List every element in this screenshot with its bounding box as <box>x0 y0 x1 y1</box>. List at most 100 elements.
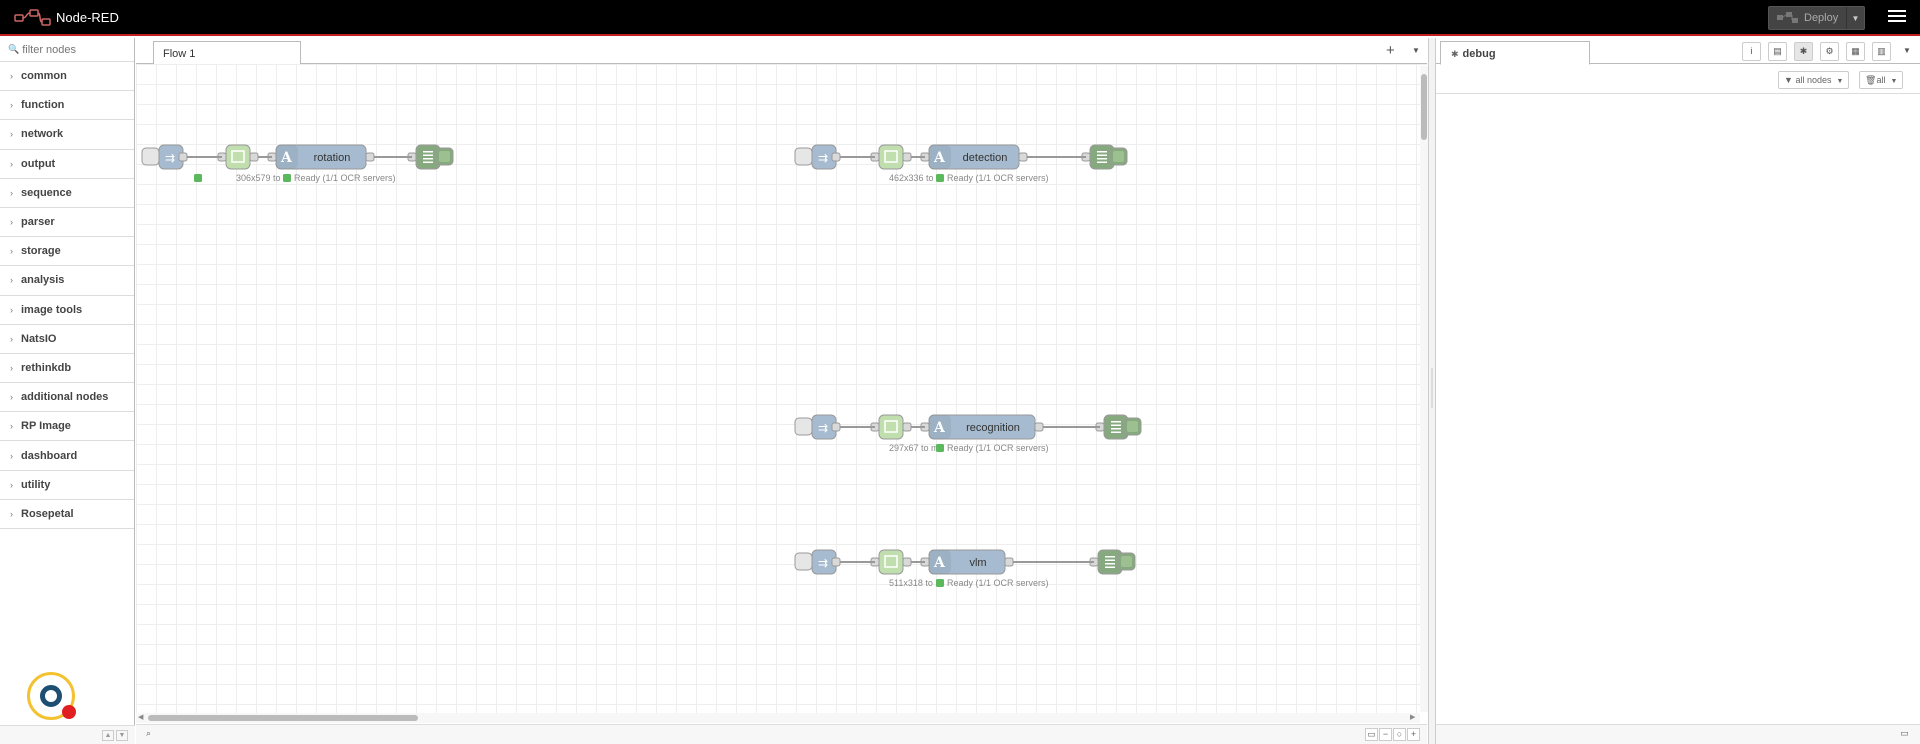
search-flows-icon[interactable]: ⌕ <box>142 728 155 741</box>
splitter-grip[interactable] <box>1431 368 1433 408</box>
palette-category-rosepetal[interactable]: › Rosepetal <box>0 500 134 529</box>
inject-button-icon[interactable] <box>794 552 813 571</box>
toggle-icon <box>439 151 450 162</box>
palette-category-parser[interactable]: › parser <box>0 208 134 238</box>
image-node[interactable] <box>217 144 259 170</box>
palette-category-output[interactable]: › output <box>0 150 134 179</box>
image-status-text: 297x67 to m <box>889 443 939 453</box>
sidebar-menu-caret-icon[interactable]: ▼ <box>1903 46 1911 55</box>
image-node[interactable] <box>870 144 912 170</box>
dashboard-chart-icon[interactable]: ▥ <box>1872 42 1891 61</box>
image-node-body[interactable] <box>878 549 904 575</box>
inject-button-icon[interactable] <box>794 147 813 166</box>
inject-node[interactable]: ⇉ <box>141 144 188 170</box>
ocr-status-text: Ready (1/1 OCR servers) <box>947 173 1049 183</box>
main-menu-button[interactable] <box>1888 10 1906 26</box>
flow-list-caret-icon[interactable]: ▼ <box>1412 46 1420 55</box>
palette-category-rp-image[interactable]: › RP Image <box>0 412 134 442</box>
ocr-status-text: Ready (1/1 OCR servers) <box>294 173 396 183</box>
node-port[interactable] <box>902 422 912 432</box>
palette-category-analysis[interactable]: › analysis <box>0 266 134 296</box>
menu-bar-icon <box>1888 15 1906 17</box>
sidebar-splitter[interactable] <box>1428 38 1436 744</box>
node-port[interactable] <box>831 422 841 432</box>
node-port[interactable] <box>831 557 841 567</box>
inject-node[interactable]: ⇉ <box>794 144 841 170</box>
list-icon <box>1097 151 1107 153</box>
image-node-body[interactable] <box>878 144 904 170</box>
node-port[interactable] <box>1034 422 1044 432</box>
ocr-node[interactable]: Adetection <box>920 144 1028 170</box>
context-data-icon[interactable]: ▦ <box>1846 42 1865 61</box>
scroll-thumb[interactable] <box>1421 74 1427 140</box>
font-a-icon: A <box>280 150 293 166</box>
collapse-all-icon[interactable]: ▲ <box>102 730 114 741</box>
palette-category-network[interactable]: › network <box>0 120 134 150</box>
inject-button-icon[interactable] <box>141 147 160 166</box>
workspace-canvas[interactable]: ⇉ Arotation 306x579 to Ready (1/1 OCR serve… <box>136 64 1427 714</box>
node-port[interactable] <box>831 152 841 162</box>
node-port[interactable] <box>902 557 912 567</box>
image-node[interactable] <box>870 414 912 440</box>
scroll-thumb[interactable] <box>148 715 418 721</box>
config-gear-icon[interactable]: ⚙ <box>1820 42 1839 61</box>
palette-category-storage[interactable]: › storage <box>0 237 134 267</box>
zoom-in-icon[interactable]: + <box>1407 728 1420 741</box>
node-port[interactable] <box>902 152 912 162</box>
add-flow-icon[interactable]: + <box>1386 42 1395 59</box>
palette-category-dashboard[interactable]: › dashboard <box>0 441 134 471</box>
info-icon[interactable]: i <box>1742 42 1761 61</box>
filter-nodes-button[interactable]: ▼ all nodes ▼ <box>1778 71 1850 89</box>
node-port[interactable] <box>365 152 375 162</box>
node-port[interactable] <box>178 152 188 162</box>
node-port[interactable] <box>1004 557 1014 567</box>
palette-category-function[interactable]: › function <box>0 91 134 121</box>
toggle-icon <box>1121 556 1132 567</box>
palette-category-common[interactable]: › common <box>0 62 134 92</box>
list-icon <box>423 154 433 156</box>
navigator-icon[interactable]: ▭ <box>1365 728 1378 741</box>
debug-node[interactable] <box>1089 549 1136 575</box>
flow-group: ⇉ Adetection 462x336 to Ready (1/1 OCR serv… <box>794 144 1128 183</box>
image-node-body[interactable] <box>225 144 251 170</box>
debug-bug-icon[interactable]: ✱ <box>1794 42 1813 61</box>
palette-category-image-tools[interactable]: › image tools <box>0 296 134 325</box>
inject-node[interactable]: ⇉ <box>794 549 841 575</box>
debug-node[interactable] <box>1081 144 1128 170</box>
canvas-vertical-scrollbar[interactable] <box>1420 66 1428 712</box>
deploy-dropdown-caret[interactable]: ▼ <box>1846 7 1864 29</box>
ocr-node[interactable]: Arotation <box>267 144 375 170</box>
scroll-right-icon[interactable]: ▶ <box>1410 713 1415 721</box>
palette-category-utility[interactable]: › utility <box>0 471 134 500</box>
tab-flow-1[interactable]: Flow 1 <box>153 41 301 65</box>
tab-debug[interactable]: ✱ debug <box>1440 41 1590 65</box>
expand-all-icon[interactable]: ▼ <box>116 730 128 741</box>
debug-node[interactable] <box>407 144 454 170</box>
open-debug-window-icon[interactable]: ▭ <box>1898 728 1911 741</box>
debug-node[interactable] <box>1095 414 1142 440</box>
inject-button-icon[interactable] <box>794 417 813 436</box>
image-node-body[interactable] <box>878 414 904 440</box>
palette-search-input[interactable] <box>22 43 133 56</box>
canvas-horizontal-scrollbar[interactable]: ◀ ▶ <box>136 713 1420 723</box>
inject-node[interactable]: ⇉ <box>794 414 841 440</box>
scroll-left-icon[interactable]: ◀ <box>138 713 143 721</box>
brand-badge-icon <box>27 672 76 720</box>
palette-category-additional-nodes[interactable]: › additional nodes <box>0 383 134 413</box>
image-node[interactable] <box>870 549 912 575</box>
node-port[interactable] <box>249 152 259 162</box>
clear-debug-button[interactable]: 🗑all ▼ <box>1859 71 1904 89</box>
deploy-button[interactable]: Deploy ▼ <box>1768 6 1865 30</box>
node-port[interactable] <box>1018 152 1028 162</box>
arrows-icon: ⇉ <box>818 556 828 570</box>
zoom-reset-icon[interactable]: ○ <box>1393 728 1406 741</box>
palette-category-natsio[interactable]: › NatsIO <box>0 325 134 354</box>
ocr-node[interactable]: Arecognition <box>920 414 1044 440</box>
palette-category-rethinkdb[interactable]: › rethinkdb <box>0 354 134 384</box>
zoom-out-icon[interactable]: − <box>1379 728 1392 741</box>
ocr-node[interactable]: Avlm <box>920 549 1014 575</box>
sidebar-tab-bar: ✱ debug i ▤ ✱ ⚙ ▦ ▥ ▼ <box>1436 38 1920 65</box>
sidebar-footer: ▭ <box>1436 724 1920 744</box>
help-book-icon[interactable]: ▤ <box>1768 42 1787 61</box>
palette-category-sequence[interactable]: › sequence <box>0 179 134 208</box>
